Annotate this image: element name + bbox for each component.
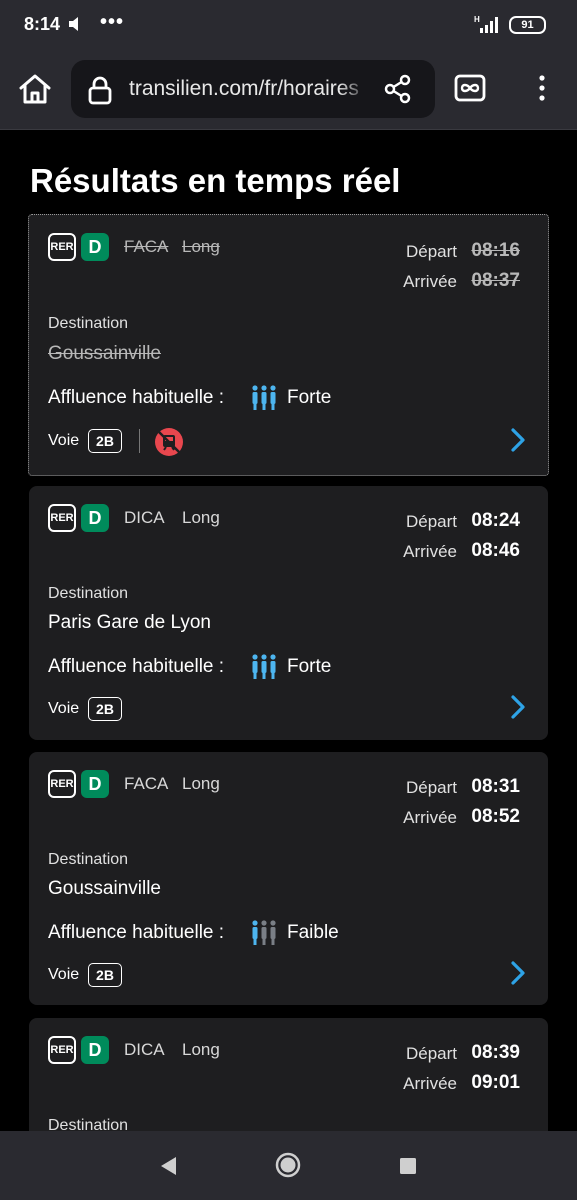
arrival-label: Arrivée — [403, 542, 457, 561]
chevron-right-icon[interactable] — [510, 694, 526, 720]
train-length: Long — [182, 237, 220, 256]
affluence-value: Faible — [287, 922, 339, 943]
departure-time: 08:39 — [471, 1042, 520, 1063]
destination-value: Goussainville — [48, 343, 161, 364]
rer-badge: RER — [48, 233, 76, 261]
affluence-value: Forte — [287, 387, 332, 408]
lock-icon — [88, 76, 112, 105]
train-card[interactable]: RER D DICA Long Départ 08:39 Arrivée 09:… — [29, 1018, 548, 1134]
line-badge: D — [81, 504, 109, 532]
departure-time: 08:24 — [471, 510, 520, 531]
mission-code: FACA — [124, 774, 169, 793]
tab-switcher-icon[interactable] — [454, 73, 486, 103]
chevron-right-icon[interactable] — [510, 427, 526, 453]
platform-badge: 2B — [88, 429, 122, 453]
recents-icon[interactable] — [399, 1157, 417, 1175]
voie-label: Voie — [48, 700, 80, 717]
destination-label: Destination — [48, 585, 129, 602]
voie-label: Voie — [48, 432, 80, 449]
arrival-label: Arrivée — [403, 272, 457, 291]
crowd-low-icon — [252, 920, 276, 945]
mission-code: FACA — [124, 237, 169, 256]
platform-badge: 2B — [88, 697, 122, 721]
more-options-icon[interactable] — [532, 74, 552, 104]
train-card[interactable]: RER D DICA Long Départ 08:24 Arrivée 08:… — [29, 486, 548, 740]
train-length: Long — [182, 1040, 220, 1059]
destination-value: Paris Gare de Lyon — [48, 612, 211, 633]
platform-badge: 2B — [88, 963, 122, 987]
destination-value: Goussainville — [48, 878, 161, 899]
battery-level: 91 — [521, 19, 534, 31]
battery-icon: 91 — [509, 16, 546, 34]
home-icon — [19, 74, 51, 104]
page-title: Résultats en temps réel — [30, 162, 401, 199]
arrival-time: 08:37 — [471, 270, 520, 291]
chevron-right-icon[interactable] — [510, 960, 526, 986]
affluence-label: Affluence habituelle : — [48, 922, 225, 943]
arrival-label: Arrivée — [403, 1074, 457, 1093]
system-navigation-bar — [0, 1131, 577, 1200]
rer-badge: RER — [48, 770, 76, 798]
affluence-value: Forte — [287, 656, 332, 677]
departure-label: Départ — [405, 512, 457, 531]
train-length: Long — [182, 774, 220, 793]
signal-icon: H — [474, 15, 498, 33]
status-notifications-dots: ••• — [100, 11, 125, 33]
mission-code: DICA — [124, 1040, 165, 1059]
arrival-time: 08:52 — [471, 806, 520, 827]
share-icon[interactable] — [383, 74, 413, 104]
url-text[interactable]: transilien.com/fr/horaires — [129, 77, 369, 101]
departure-time: 08:16 — [471, 240, 520, 261]
affluence-label: Affluence habituelle : — [48, 387, 225, 408]
departure-label: Départ — [405, 778, 457, 797]
network-type: H — [474, 15, 480, 24]
home-button[interactable] — [17, 71, 53, 107]
mission-code: DICA — [124, 508, 165, 527]
status-time: 8:14 — [24, 14, 61, 34]
train-card[interactable]: RER D FACA Long Départ 08:31 Arrivée 08:… — [29, 752, 548, 1005]
status-bar: 8:14 ••• H 91 — [0, 0, 577, 50]
rer-badge: RER — [48, 504, 76, 532]
arrival-label: Arrivée — [403, 808, 457, 827]
rer-badge: RER — [48, 1036, 76, 1064]
sound-icon — [69, 17, 78, 31]
browser-toolbar: transilien.com/fr/horaires — [0, 50, 577, 130]
destination-label: Destination — [48, 851, 129, 868]
departure-label: Départ — [405, 242, 457, 261]
line-badge: D — [81, 770, 109, 798]
voie-label: Voie — [48, 966, 80, 983]
destination-label: Destination — [48, 315, 129, 332]
crowd-high-icon — [252, 385, 276, 410]
train-length: Long — [182, 508, 220, 527]
train-cancelled-icon — [155, 428, 183, 456]
arrival-time: 08:46 — [471, 540, 520, 561]
affluence-label: Affluence habituelle : — [48, 656, 225, 677]
arrival-time: 09:01 — [471, 1072, 520, 1093]
train-card[interactable]: RER D FACA Long Départ 08:16 Arrivée 08:… — [28, 214, 549, 476]
line-badge: D — [81, 1036, 109, 1064]
departure-time: 08:31 — [471, 776, 520, 797]
crowd-high-icon — [252, 654, 276, 679]
address-bar[interactable]: transilien.com/fr/horaires — [71, 60, 435, 118]
separator — [139, 429, 140, 453]
departure-label: Départ — [405, 1044, 457, 1063]
line-badge: D — [81, 233, 109, 261]
back-icon[interactable] — [158, 1155, 178, 1177]
home-circle-icon[interactable] — [274, 1151, 302, 1179]
